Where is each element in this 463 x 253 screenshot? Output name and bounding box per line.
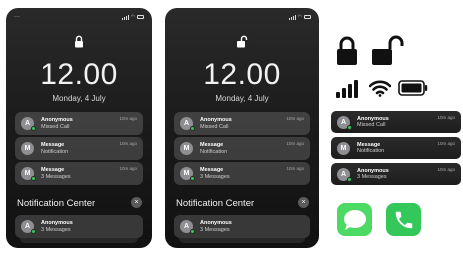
notification-subtitle: Missed Call <box>357 122 386 128</box>
avatar: M <box>180 167 195 181</box>
notification-subtitle: Notification <box>200 148 228 155</box>
notification-subtitle: 3 Messages <box>41 226 71 233</box>
signal-icon <box>121 14 129 20</box>
status-badge <box>31 126 36 131</box>
status-badge <box>31 176 36 181</box>
avatar: M <box>21 142 34 155</box>
avatar: A <box>180 117 195 131</box>
notification-subtitle: Notification <box>357 148 385 154</box>
notification-card[interactable]: M Message 3 Messages 10m ago <box>15 162 143 185</box>
notification-center-label: Notification Center <box>176 198 255 209</box>
notification-card[interactable]: A Anonymous 3 Messages <box>174 215 310 238</box>
notification-card[interactable]: A Anonymous Missed Call 10m ago <box>174 112 310 135</box>
lock-date: Monday, 4 July <box>215 94 269 103</box>
stack-shadow <box>179 238 305 243</box>
speech-bubble-icon <box>343 209 366 230</box>
avatar: M <box>180 142 193 155</box>
notification-time: 10m ago <box>119 166 137 171</box>
avatar: A <box>180 220 195 234</box>
notification-time: 10m ago <box>437 141 455 146</box>
clear-notifications-button[interactable]: × <box>298 197 309 208</box>
avatar: A <box>337 115 352 130</box>
status-badge <box>347 176 352 182</box>
notification-card[interactable]: M Message Notification 10m ago <box>15 137 143 160</box>
notification-time: 10m ago <box>437 167 455 172</box>
messages-app-icon[interactable] <box>337 203 372 236</box>
wifi-icon: ◠ <box>297 14 302 20</box>
status-bar: ··· ◠ <box>14 13 144 21</box>
status-bar: ◠ <box>173 13 311 21</box>
notification-subtitle: 3 Messages <box>41 173 71 180</box>
stack-shadow <box>20 238 138 243</box>
notification-time: 10m ago <box>286 166 304 171</box>
lock-time: 12.00 <box>40 58 118 91</box>
notification-card-asset: A Anonymous 3 Messages 10m ago <box>331 163 461 185</box>
avatar: A <box>21 117 36 131</box>
phone-app-icon[interactable] <box>386 203 421 236</box>
wifi-icon <box>369 80 391 97</box>
notification-center-label: Notification Center <box>17 198 96 209</box>
notification-card-asset: A Anonymous Missed Call 10m ago <box>331 111 461 133</box>
notification-time: 10m ago <box>286 116 304 121</box>
notification-time: 10m ago <box>286 141 304 146</box>
notification-subtitle: Missed Call <box>200 123 229 130</box>
notification-time: 10m ago <box>119 141 137 146</box>
notification-card[interactable]: M Message Notification 10m ago <box>174 137 310 160</box>
battery-icon <box>398 80 428 96</box>
status-badge <box>190 229 195 234</box>
lock-open-icon <box>372 35 404 65</box>
lock-time: 12.00 <box>203 58 281 91</box>
notification-subtitle: Notification <box>41 148 69 155</box>
lockscreen-phone-1: ··· ◠ 12.00 Monday, 4 July A Anonymous Mi… <box>6 8 152 248</box>
signal-icon <box>336 80 358 98</box>
lock-closed-icon <box>75 35 83 48</box>
battery-icon <box>137 15 144 19</box>
status-badge <box>190 176 195 181</box>
notification-card[interactable]: A Anonymous Missed Call 10m ago <box>15 112 143 135</box>
status-badge <box>31 229 36 234</box>
clear-notifications-button[interactable]: × <box>131 197 142 208</box>
status-dots: ··· <box>14 14 20 20</box>
notification-subtitle: 3 Messages <box>200 173 230 180</box>
avatar: M <box>21 167 36 181</box>
notification-time: 10m ago <box>119 116 137 121</box>
notification-time: 10m ago <box>437 115 455 120</box>
wifi-icon: ◠ <box>130 14 135 20</box>
notification-subtitle: 3 Messages <box>200 226 230 233</box>
avatar: M <box>337 141 350 155</box>
notification-card[interactable]: A Anonymous 3 Messages <box>15 215 143 238</box>
signal-icon <box>288 14 296 20</box>
notification-card[interactable]: M Message 3 Messages 10m ago <box>174 162 310 185</box>
status-badge <box>347 124 352 130</box>
avatar: A <box>21 220 36 234</box>
lock-date: Monday, 4 July <box>52 94 106 103</box>
notification-subtitle: 3 Messages <box>357 174 387 180</box>
notification-subtitle: Missed Call <box>41 123 70 130</box>
phone-handset-icon <box>395 211 412 228</box>
status-badge <box>190 126 195 131</box>
lockscreen-phone-2: ◠ 12.00 Monday, 4 July A Anonymous Missed… <box>165 8 319 248</box>
lock-closed-icon <box>337 36 357 65</box>
notification-card-asset: M Message Notification 10m ago <box>331 137 461 159</box>
lock-open-icon <box>237 35 248 48</box>
avatar: A <box>337 167 352 182</box>
battery-icon <box>304 15 311 19</box>
